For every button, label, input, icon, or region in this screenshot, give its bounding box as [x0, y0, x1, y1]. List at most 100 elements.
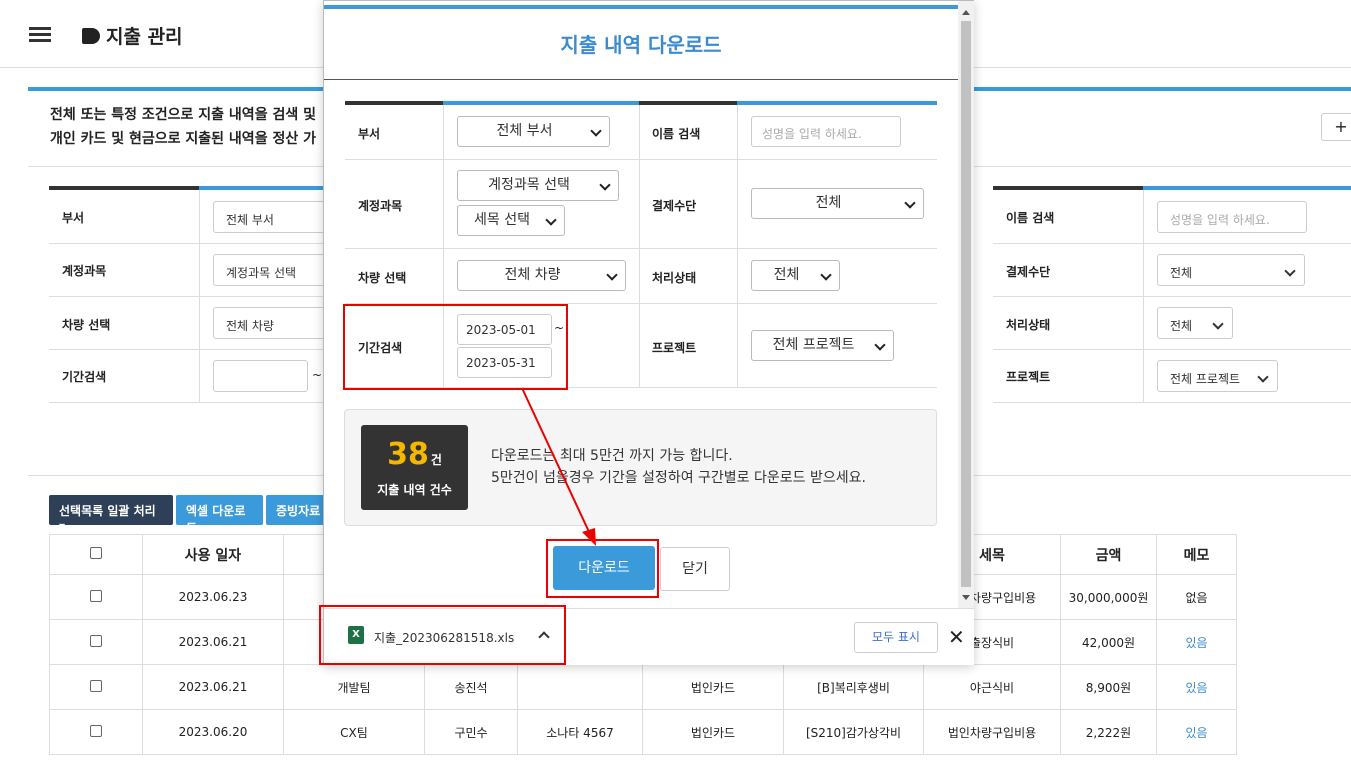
cell-date: 2023.06.23 [142, 574, 284, 620]
modal-project-label: 프로젝트 [652, 341, 697, 355]
col-memo[interactable]: 메모 [1156, 534, 1237, 575]
name-label: 이름 검색 [1006, 211, 1055, 225]
date-from-input[interactable] [213, 360, 308, 392]
cell-memo-link[interactable]: 있음 [1156, 619, 1237, 665]
count-unit: 건 [430, 453, 442, 467]
cell-amount: 2,222원 [1060, 709, 1157, 755]
modal-name-input[interactable]: 성명을 입력 하세요. [751, 116, 901, 147]
col-date[interactable]: 사용 일자 [142, 534, 284, 575]
name-input[interactable]: 성명을 입력 하세요. [1157, 201, 1307, 233]
status-label: 처리상태 [1006, 318, 1051, 332]
table-row[interactable]: 2023.06.21 개발팀 송진석 법인카드 [B]복리후생비 야근식비 8,… [49, 664, 1237, 710]
row-divider [993, 402, 1351, 403]
modal-name-label: 이름 검색 [652, 127, 701, 141]
cell-account: [S210]감가상각비 [783, 709, 924, 755]
close-button[interactable]: 닫기 [660, 547, 730, 591]
count-label: 지출 내역 건수 [377, 483, 452, 497]
modal-project-select[interactable]: 전체 프로젝트 [751, 330, 894, 361]
col-amount[interactable]: 금액 [1060, 534, 1157, 575]
form-header-blue [1143, 186, 1351, 190]
modal-subitem-select[interactable]: 세목 선택 [457, 205, 565, 236]
row-checkbox-cell [49, 664, 143, 710]
cell-amount: 42,000원 [1060, 619, 1157, 665]
row-divider [49, 349, 323, 350]
count-number-wrap: 38 건 [361, 437, 468, 472]
show-all-button[interactable]: 모두 표시 [854, 622, 938, 653]
count-badge: 38 건 지출 내역 건수 [361, 425, 468, 510]
modal-dept-label: 부서 [358, 127, 381, 141]
batch-process-button[interactable]: 선택목록 일괄 처리 ▾ [49, 495, 173, 533]
row-divider [49, 296, 323, 297]
cell-date: 2023.06.21 [142, 664, 284, 710]
tag-icon [82, 28, 100, 44]
col-divider [737, 105, 738, 387]
form-header-dark [993, 186, 1143, 190]
cell-vehicle: 소나타 4567 [517, 709, 643, 755]
form-header-dark [639, 101, 737, 105]
modal-accent-line [324, 5, 958, 9]
page-description: 전체 또는 특정 조건으로 지출 내역을 검색 및 개인 카드 및 현금으로 지… [50, 107, 316, 147]
form-header-dark [345, 101, 443, 105]
close-icon[interactable]: ✕ [948, 625, 965, 649]
row-divider [49, 243, 323, 244]
modal-vehicle-label: 차량 선택 [358, 271, 407, 285]
cell-memo: 없음 [1156, 574, 1237, 620]
period-label: 기간검색 [62, 370, 107, 384]
modal-title: 지출 내역 다운로드 [560, 33, 722, 57]
evidence-button[interactable]: 증빙자료 ( [266, 495, 326, 525]
hamburger-menu-icon[interactable] [29, 27, 51, 45]
period-highlight-box [343, 304, 568, 390]
modal-vehicle-select[interactable]: 전체 차량 [457, 260, 626, 291]
select-all-checkbox[interactable] [90, 546, 102, 559]
select-all-cell [49, 534, 143, 575]
row-checkbox[interactable] [90, 634, 102, 647]
cell-amount: 30,000,000원 [1060, 574, 1157, 620]
row-checkbox-cell [49, 619, 143, 665]
add-button[interactable]: + [1321, 113, 1351, 141]
row-checkbox[interactable] [90, 679, 102, 692]
row-checkbox[interactable] [90, 589, 102, 602]
form-header-dark [49, 186, 199, 190]
row-divider [993, 349, 1351, 350]
cell-item: 야근식비 [923, 664, 1061, 710]
cell-amount: 8,900원 [1060, 664, 1157, 710]
account-label: 계정과목 [62, 264, 107, 278]
scrollbar-thumb[interactable] [961, 21, 971, 587]
download-modal: 지출 내역 다운로드 부서 전체 부서 이름 검색 성명을 입력 하세요. 계정… [319, 0, 974, 665]
scroll-up-icon[interactable] [962, 10, 970, 15]
payment-select[interactable]: 전체 [1157, 254, 1305, 286]
cell-name: 구민수 [424, 709, 518, 755]
project-label: 프로젝트 [1006, 370, 1051, 384]
status-select[interactable]: 전체 [1157, 307, 1233, 339]
form-header-blue [737, 101, 937, 105]
cell-team: 개발팀 [283, 664, 425, 710]
excel-download-button[interactable]: 엑셀 다운로드 [176, 495, 263, 535]
modal-status-select[interactable]: 전체 [751, 260, 840, 291]
cell-memo-link[interactable]: 있음 [1156, 709, 1237, 755]
row-checkbox[interactable] [90, 724, 102, 737]
row-checkbox-cell [49, 574, 143, 620]
col-divider [1143, 190, 1144, 402]
file-highlight-box [319, 605, 566, 665]
modal-dept-select[interactable]: 전체 부서 [457, 116, 610, 147]
cell-vehicle [517, 664, 643, 710]
cell-name: 송진석 [424, 664, 518, 710]
modal-header-divider [324, 79, 958, 80]
count-number: 38 [387, 437, 429, 472]
row-divider [993, 243, 1351, 244]
payment-label: 결제수단 [1006, 265, 1051, 279]
table-row[interactable]: 2023.06.20 CX팀 구민수 소나타 4567 법인카드 [S210]감… [49, 709, 1237, 755]
row-divider [345, 159, 937, 160]
row-divider [49, 402, 323, 403]
annotation-arrow [521, 387, 596, 546]
modal-account-select[interactable]: 계정과목 선택 [457, 170, 619, 201]
project-select[interactable]: 전체 프로젝트 [1157, 360, 1278, 392]
row-checkbox-cell [49, 709, 143, 755]
cell-memo-link[interactable]: 있음 [1156, 664, 1237, 710]
scroll-down-icon[interactable] [962, 595, 970, 600]
cell-date: 2023.06.21 [142, 619, 284, 665]
form-header-blue [199, 186, 323, 190]
vehicle-label: 차량 선택 [62, 318, 111, 332]
modal-payment-select[interactable]: 전체 [751, 188, 924, 219]
cell-payment: 법인카드 [642, 664, 784, 710]
